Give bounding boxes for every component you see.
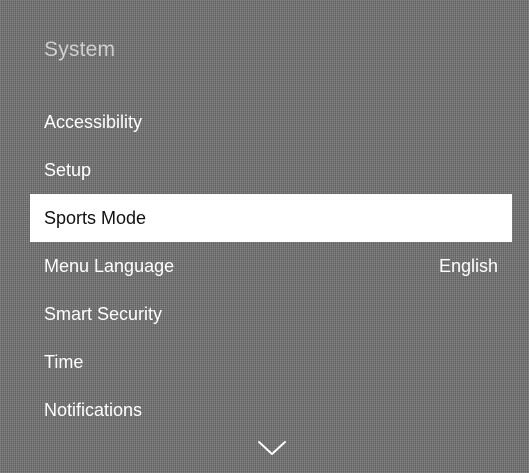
menu-item-label: Notifications (44, 399, 143, 420)
menu-item-value: English (438, 255, 498, 276)
chevron-down-glyph (258, 441, 286, 455)
menu-item-setup[interactable]: Setup (30, 146, 512, 194)
menu-item-label: Sports Mode (44, 207, 147, 228)
system-menu-panel: System Accessibility Setup Sports Mode M… (0, 0, 529, 473)
menu-title: System (44, 38, 116, 61)
menu-item-menu-language[interactable]: Menu Language English (30, 242, 512, 290)
menu-item-label: Time (44, 351, 84, 372)
menu-item-accessibility[interactable]: Accessibility (30, 98, 512, 146)
menu-item-label: Accessibility (44, 111, 143, 132)
menu-item-smart-security[interactable]: Smart Security (30, 290, 512, 338)
menu-item-label: Smart Security (44, 303, 163, 324)
chevron-down-icon[interactable] (257, 440, 287, 456)
menu-item-label: Menu Language (44, 255, 175, 276)
menu-item-label: Setup (44, 159, 92, 180)
menu-item-sports-mode[interactable]: Sports Mode (30, 194, 512, 242)
menu-item-time[interactable]: Time (30, 338, 512, 386)
system-menu-list: Accessibility Setup Sports Mode Menu Lan… (30, 98, 512, 434)
menu-item-notifications[interactable]: Notifications (30, 386, 512, 434)
